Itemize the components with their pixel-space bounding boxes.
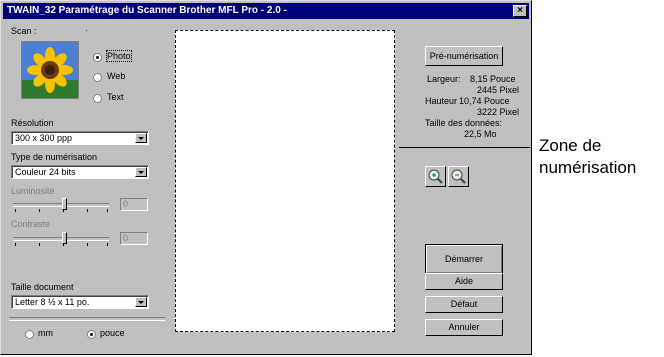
callout-line (399, 147, 530, 148)
scan-label: Scan : (11, 26, 37, 36)
doc-size-select[interactable]: Letter 8 ½ x 11 po. (11, 295, 149, 309)
sunflower-icon (22, 42, 78, 98)
callout-label: Zone de numérisation (539, 135, 636, 179)
height-inches: 10,74 Pouce (459, 96, 510, 106)
default-button[interactable]: Défaut (425, 296, 503, 313)
radio-pouce-label: pouce (100, 328, 125, 338)
data-size-value: 22,5 Mo (464, 129, 497, 139)
sunflower-thumbnail (21, 41, 79, 99)
radio-web-label: Web (107, 71, 126, 81)
default-button-label: Défaut (450, 299, 478, 309)
start-button-label: Démarrer (444, 254, 483, 264)
contrast-label: Contraste (11, 219, 51, 229)
radio-photo-label: Photo (106, 50, 132, 62)
scan-type-label: Type de numérisation (11, 152, 98, 162)
contrast-slider-thumb[interactable] (62, 232, 67, 244)
radio-mm[interactable] (25, 330, 34, 339)
radio-text-label: Text (107, 92, 124, 102)
brightness-label: Luminosité (11, 186, 55, 196)
brightness-track[interactable] (13, 203, 109, 207)
radio-text[interactable] (93, 94, 102, 103)
divider (9, 317, 165, 321)
radio-photo[interactable] (93, 53, 102, 62)
radio-web[interactable] (93, 73, 102, 82)
prescan-button[interactable]: Pré-numérisation (425, 46, 503, 66)
chevron-down-icon[interactable] (135, 297, 147, 307)
radio-mm-label: mm (38, 328, 53, 338)
contrast-value-box[interactable]: 0 (120, 232, 148, 245)
width-pixels: 2445 Pixel (477, 85, 520, 95)
width-inches: 8,15 Pouce (470, 74, 516, 84)
zoom-out-button[interactable] (448, 166, 469, 187)
brightness-value: 0 (123, 199, 129, 209)
window-title: TWAIN_32 Paramétrage du Scanner Brother … (7, 5, 287, 16)
doc-size-value: Letter 8 ½ x 11 po. (15, 297, 90, 307)
cancel-button[interactable]: Annuler (425, 319, 503, 336)
callout-line-2: numérisation (539, 158, 637, 177)
scan-preview-area[interactable] (175, 30, 395, 332)
chevron-down-icon[interactable] (135, 133, 147, 143)
title-bar[interactable]: TWAIN_32 Paramétrage du Scanner Brother … (3, 3, 529, 19)
close-button[interactable]: × (513, 5, 527, 17)
zoom-out-icon (451, 169, 466, 184)
radio-pouce[interactable] (87, 330, 96, 339)
close-icon: × (517, 5, 523, 16)
contrast-value: 0 (123, 233, 129, 243)
contrast-track[interactable] (13, 237, 109, 241)
scan-type-value: Couleur 24 bits (15, 167, 76, 177)
data-size-label: Taille des données: (425, 118, 503, 128)
width-label: Largeur: (427, 74, 461, 84)
zoom-in-button[interactable] (425, 166, 446, 187)
resolution-select[interactable]: 300 x 300 ppp (11, 131, 149, 145)
help-button[interactable]: Aide (425, 273, 503, 290)
prescan-button-label: Pré-numérisation (429, 51, 499, 61)
brightness-slider-thumb[interactable] (62, 198, 67, 210)
scanner-dialog: TWAIN_32 Paramétrage du Scanner Brother … (0, 0, 532, 355)
scan-type-select[interactable]: Couleur 24 bits (11, 165, 149, 179)
height-label: Hauteur (425, 96, 458, 106)
help-button-label: Aide (454, 276, 473, 286)
zoom-in-icon (428, 169, 443, 184)
height-pixels: 3222 Pixel (477, 107, 520, 117)
scan-marker: · (85, 26, 88, 35)
brightness-value-box[interactable]: 0 (120, 198, 148, 211)
start-button[interactable]: Démarrer (425, 244, 503, 274)
cancel-button-label: Annuler (448, 322, 480, 332)
resolution-label: Résolution (11, 118, 54, 128)
callout-line-1: Zone de (539, 136, 602, 155)
doc-size-label: Taille document (11, 282, 74, 292)
chevron-down-icon[interactable] (135, 167, 147, 177)
resolution-value: 300 x 300 ppp (15, 133, 73, 143)
